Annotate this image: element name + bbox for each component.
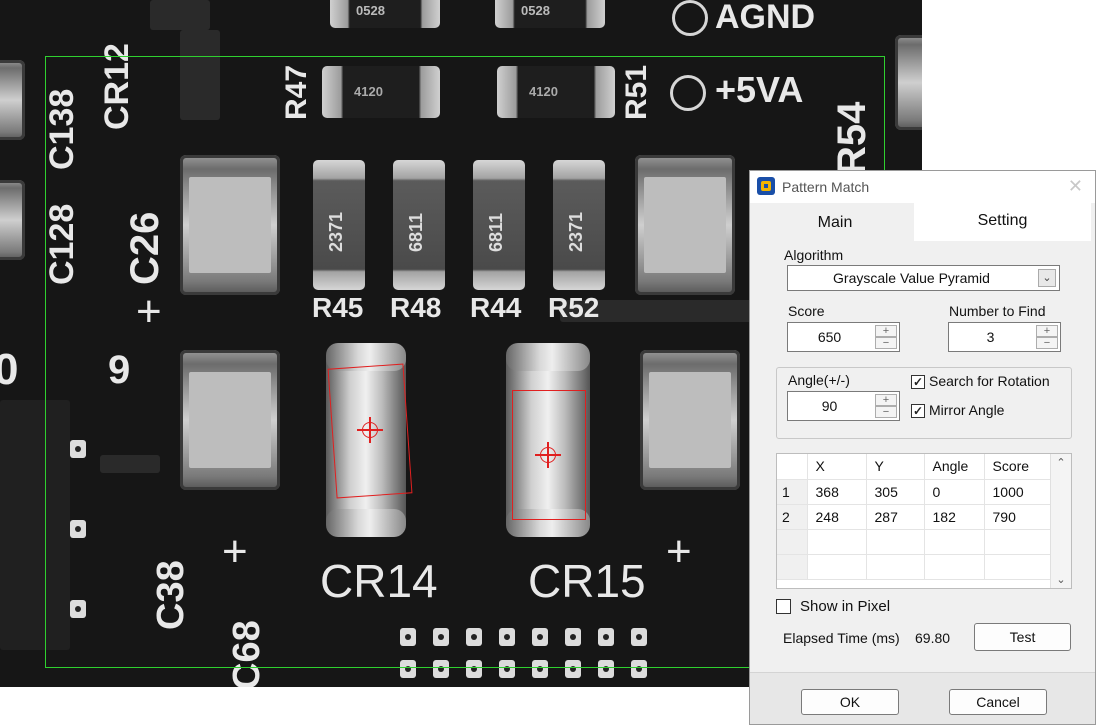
match-center-2-crosshair-icon [535,442,561,468]
row-index [777,554,808,580]
cell-x [807,554,867,580]
cell-x: 368 [807,479,867,505]
decrement-icon[interactable]: − [1036,337,1058,349]
tab-setting[interactable]: Setting [914,203,1091,241]
cell-x: 248 [807,504,867,530]
tab-main[interactable]: Main [756,203,914,241]
results-scrollbar[interactable]: ⌃ ⌄ [1050,454,1071,588]
resistor-top-2: 0528 [495,0,605,28]
angle-spin-buttons: + − [875,394,897,418]
resistor-top-1: 0528 [330,0,440,28]
score-spinner[interactable]: 650 + − [787,322,900,352]
capacitor-edge [895,35,922,130]
increment-icon[interactable]: + [1036,325,1058,337]
silk-0: 0 [0,345,19,394]
app-logo-icon [757,177,775,195]
ok-button[interactable]: OK [801,689,899,715]
cancel-button[interactable]: Cancel [949,689,1047,715]
pcb-trace [150,0,210,30]
row-index [777,529,808,555]
close-icon[interactable]: ✕ [1068,176,1083,197]
scroll-up-icon[interactable]: ⌃ [1051,456,1071,469]
dialog-title: Pattern Match [782,179,870,195]
cell-score [984,529,1052,555]
cell-score: 1000 [984,479,1052,505]
algorithm-select[interactable]: Grayscale Value Pyramid ⌄ [787,265,1060,291]
column-header-angle[interactable]: Angle [924,454,985,480]
elapsed-time-label: Elapsed Time (ms) [783,630,900,646]
number-to-find-value: 3 [986,329,995,345]
cell-y [866,554,925,580]
results-header-row: X Y Angle Score [777,454,1052,480]
cell-y: 287 [866,504,925,530]
mirror-angle-label: Mirror Angle [929,402,1005,418]
silk-agnd: AGND [715,0,816,36]
cell-score: 790 [984,504,1052,530]
column-header [777,454,808,480]
results-grid[interactable]: X Y Angle Score 1 368 305 0 1000 2 248 2… [776,453,1072,589]
capacitor-edge [0,180,25,260]
resistor-code: 0528 [521,3,550,18]
cell-y [866,529,925,555]
decrement-icon[interactable]: − [875,406,897,418]
cell-angle: 182 [924,504,985,530]
column-header-score[interactable]: Score [984,454,1052,480]
resistor-code: 0528 [356,3,385,18]
score-spin-buttons: + − [875,325,897,349]
show-in-pixel-label: Show in Pixel [800,598,891,615]
table-row[interactable]: 1 368 305 0 1000 [777,479,1052,505]
match-center-1-crosshair-icon [357,417,383,443]
cell-angle [924,529,985,555]
dialog-titlebar[interactable]: Pattern Match ✕ [750,171,1095,203]
search-rotation-checkbox[interactable]: ✓ [911,375,925,389]
decrement-icon[interactable]: − [875,337,897,349]
row-index: 2 [777,504,808,530]
cell-y: 305 [866,479,925,505]
elapsed-time-value: 69.80 [915,630,951,646]
cell-angle [924,554,985,580]
cell-score [984,554,1052,580]
cell-angle: 0 [924,479,985,505]
test-button[interactable]: Test [974,623,1071,651]
capacitor-edge [0,60,25,140]
search-rotation-label: Search for Rotation [929,373,1050,389]
mirror-angle-checkbox[interactable]: ✓ [911,404,925,418]
table-row[interactable] [777,529,1052,555]
score-label: Score [788,303,825,319]
increment-icon[interactable]: + [875,325,897,337]
tab-bar: Main Setting [750,203,1095,241]
column-header-y[interactable]: Y [866,454,925,480]
results-table: X Y Angle Score 1 368 305 0 1000 2 248 2… [777,454,1052,580]
score-value: 650 [817,329,842,345]
table-row[interactable] [777,554,1052,580]
number-to-find-spinner[interactable]: 3 + − [948,322,1061,352]
angle-spinner[interactable]: 90 + − [787,391,900,421]
scroll-down-icon[interactable]: ⌄ [1051,573,1071,586]
algorithm-label: Algorithm [784,247,844,263]
algorithm-value: Grayscale Value Pyramid [833,270,990,286]
table-row[interactable]: 2 248 287 182 790 [777,504,1052,530]
row-index: 1 [777,479,808,505]
angle-label: Angle(+/-) [788,372,850,388]
increment-icon[interactable]: + [875,394,897,406]
number-to-find-label: Number to Find [949,303,1046,319]
number-spin-buttons: + − [1036,325,1058,349]
pattern-match-dialog: Pattern Match ✕ Main Setting Algorithm G… [749,170,1096,725]
chevron-down-icon[interactable]: ⌄ [1038,269,1056,287]
show-in-pixel-checkbox[interactable] [776,599,791,614]
cell-x [807,529,867,555]
column-header-x[interactable]: X [807,454,867,480]
test-pad [672,0,708,36]
angle-value: 90 [821,398,838,414]
